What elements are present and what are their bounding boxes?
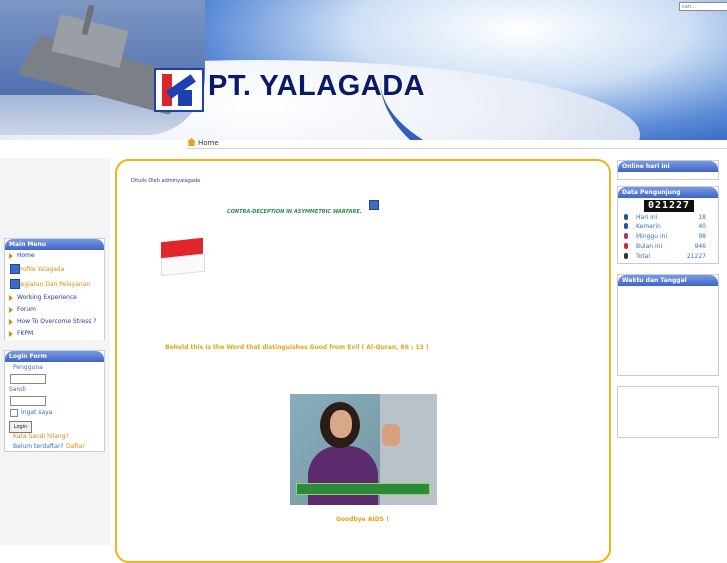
page-icon [10, 264, 20, 274]
forgot-password-link[interactable]: Kata Sandi hilang? [13, 433, 69, 440]
video-caption: Goodbye AIDS ! [336, 516, 389, 523]
empty-panel [617, 386, 719, 438]
remember-label: Ingat saya [21, 409, 53, 416]
person-icon [624, 214, 628, 220]
page-icon [10, 279, 20, 289]
menu-item-home[interactable]: Home [5, 250, 104, 262]
arrow-icon [9, 253, 13, 259]
search-input[interactable] [679, 2, 727, 11]
visitor-row-total: Total 21227 [620, 252, 706, 261]
video-person-body [308, 446, 378, 505]
breadcrumb-divider [187, 148, 727, 149]
online-today-panel: Online hari ini [617, 160, 719, 180]
arrow-icon [9, 295, 13, 301]
date-time-title: Waktu dan Tanggal [618, 275, 718, 286]
visitor-counter: 021227 [644, 200, 694, 212]
menu-item-stress[interactable]: How To Overcome Stress ? [5, 316, 104, 328]
login-form: Login Form Pengguna Sandi Ingat saya Log… [4, 350, 105, 452]
video-thumbnail[interactable] [290, 394, 437, 505]
username-label: Pengguna [13, 364, 43, 371]
arrow-icon [9, 307, 13, 313]
indonesian-flag-image [161, 237, 205, 277]
main-menu-title: Main Menu [5, 239, 104, 250]
online-today-title: Online hari ini [618, 161, 718, 172]
main-menu: Main Menu Home Profile Yalagada Kegiatan… [4, 238, 105, 340]
brand-name: PT. YALAGADA [208, 70, 426, 102]
header-swoosh-arc [380, 0, 727, 140]
menu-item-working-experience[interactable]: Working Experience [5, 292, 104, 304]
remember-checkbox[interactable] [10, 409, 18, 417]
video-ticker [296, 483, 430, 495]
arrow-icon [9, 331, 13, 337]
visitor-row-week: Minggu ini 98 [620, 232, 706, 241]
breadcrumb: Home [187, 138, 219, 147]
login-button[interactable]: Login [9, 421, 32, 433]
article-icon[interactable] [369, 200, 379, 210]
register-link[interactable]: Daftar [66, 443, 85, 450]
menu-item-kegiatan[interactable]: Kegiatan Dan Pelayanan [5, 277, 104, 292]
password-field[interactable] [10, 396, 46, 406]
menu-item-forum[interactable]: Forum [5, 304, 104, 316]
group-icon [624, 253, 628, 259]
arrow-icon [9, 319, 13, 325]
video-person-face [330, 410, 352, 438]
person-icon [624, 233, 628, 239]
breadcrumb-home[interactable]: Home [198, 139, 219, 147]
article-author: Ditulis Oleh adminyalagada [131, 178, 201, 184]
person-icon [624, 223, 628, 229]
home-icon [187, 138, 196, 146]
date-time-panel: Waktu dan Tanggal [617, 274, 719, 376]
menu-item-profile[interactable]: Profile Yalagada [5, 262, 104, 277]
company-logo [154, 68, 204, 112]
video-person-hand [382, 424, 400, 446]
person-icon [624, 243, 628, 249]
article-headline: CONTRA-DECEPTION IN ASYMMETRIC WARFARE. [227, 209, 362, 215]
visitor-stats-title: Data Pengunjung [618, 187, 718, 198]
visitor-row-today: Hari ini 18 [620, 213, 706, 222]
login-form-title: Login Form [5, 351, 104, 362]
visitor-row-yesterday: Kemarin 40 [620, 222, 706, 231]
logo-blue-block [178, 90, 192, 106]
register-prompt: Belum terdaftar? [13, 443, 64, 450]
quran-quote: Behold this is the Word that distinguish… [165, 344, 429, 351]
password-label: Sandi [9, 386, 26, 393]
site-header: PT. YALAGADA [0, 0, 727, 140]
username-field[interactable] [10, 374, 46, 384]
menu-item-fkpm[interactable]: FKPM [5, 328, 104, 340]
visitor-row-month: Bulan ini 946 [620, 242, 706, 251]
